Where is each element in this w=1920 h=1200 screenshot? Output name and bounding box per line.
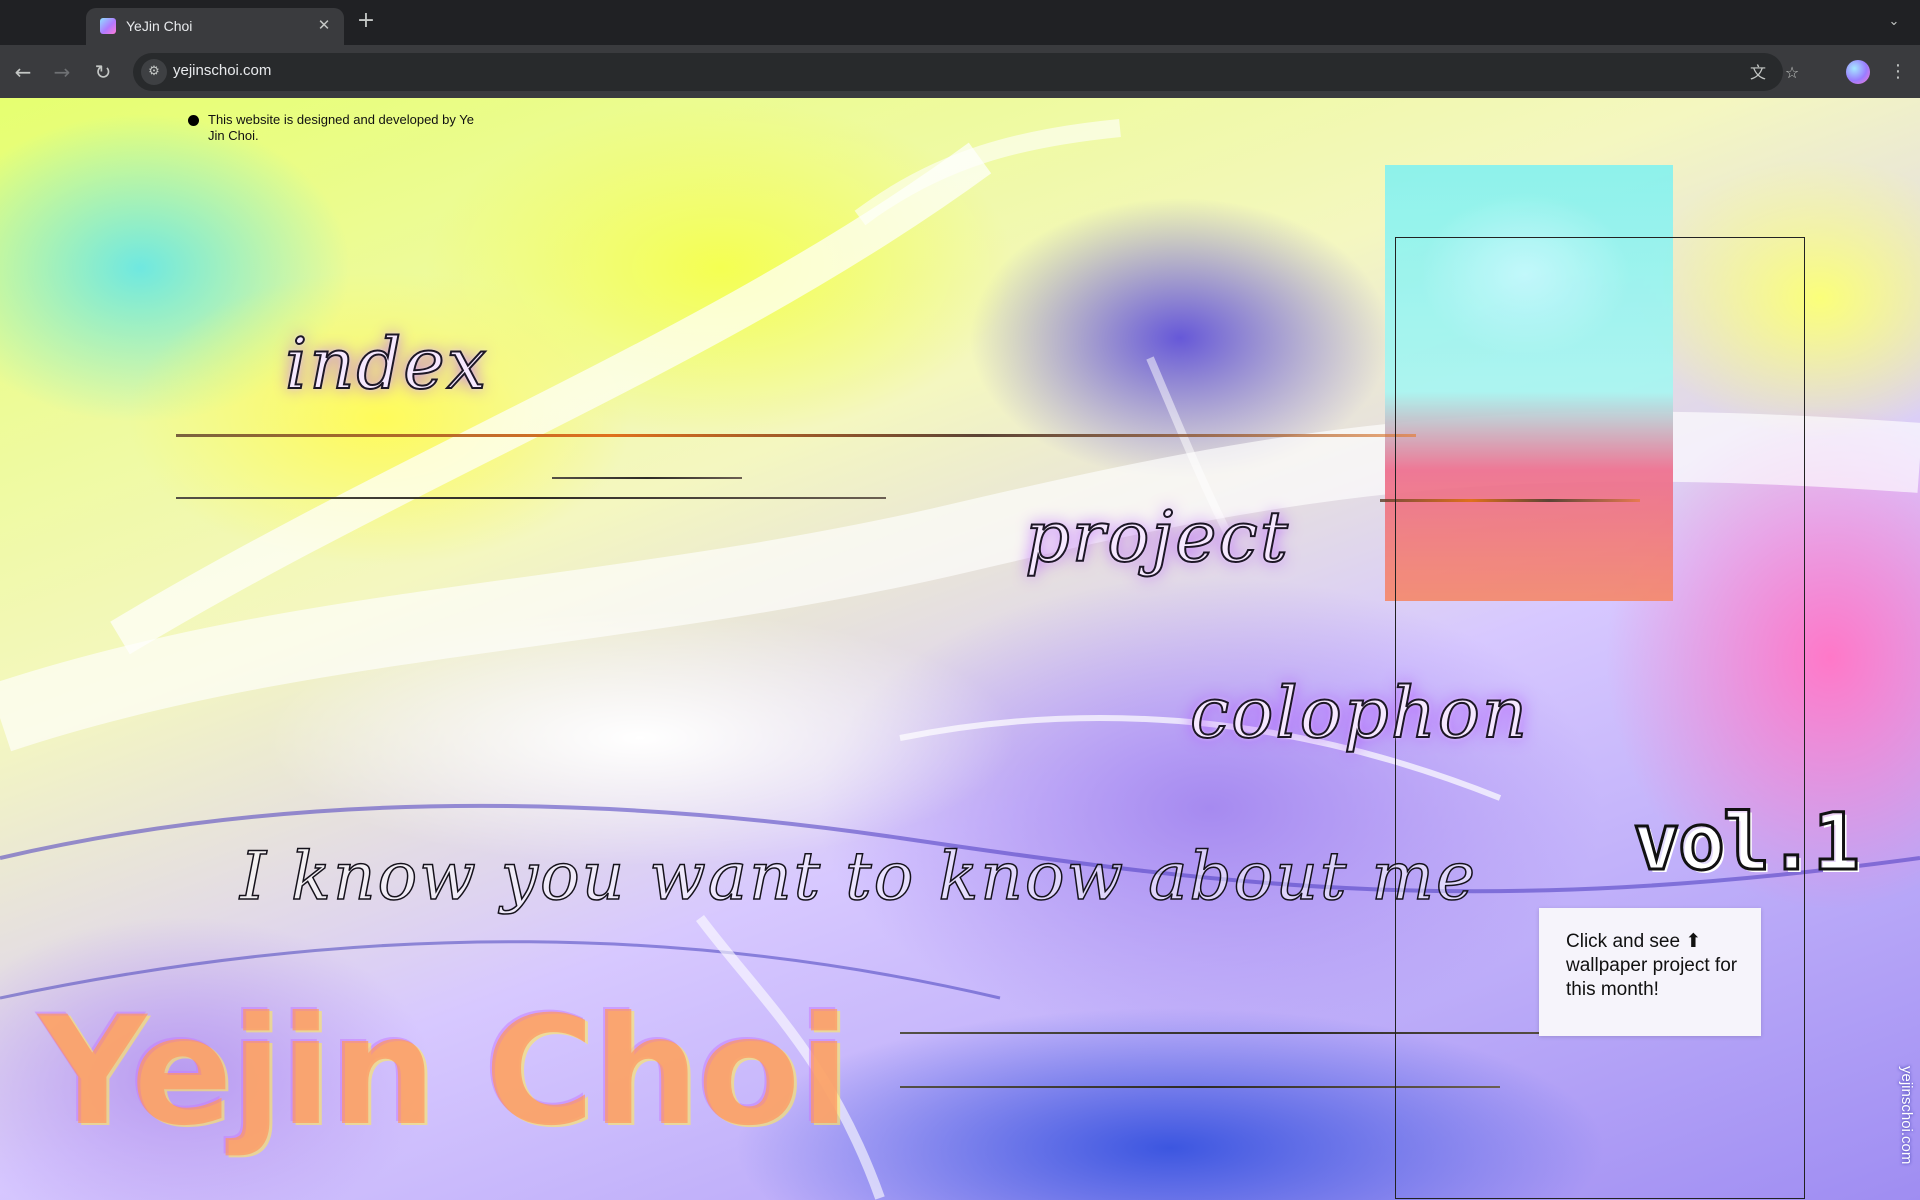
- menu-icon[interactable]: ⋮: [1886, 58, 1910, 86]
- tab-title: YeJin Choi: [126, 18, 193, 34]
- tab-strip: YeJin Choi ✕ + ⌄: [0, 0, 1920, 45]
- credit-text: This website is designed and developed b…: [208, 112, 474, 143]
- nav-link-index[interactable]: index: [284, 322, 488, 406]
- bookmark-star-icon[interactable]: ☆: [1781, 62, 1803, 84]
- back-button[interactable]: ←: [9, 58, 37, 86]
- tab-yejin-choi[interactable]: YeJin Choi ✕: [86, 8, 344, 45]
- chevron-down-icon[interactable]: ⌄: [1882, 10, 1906, 34]
- reload-button[interactable]: ↻: [89, 58, 117, 86]
- wallpaper-promo-card[interactable]: Click and see ⬆ wallpaper project for th…: [1539, 908, 1761, 1036]
- nav-link-project[interactable]: project: [1024, 495, 1290, 579]
- vol-badge[interactable]: vol.1: [1632, 797, 1862, 890]
- site-credit: This website is designed and developed b…: [188, 112, 480, 144]
- new-tab-button[interactable]: +: [354, 10, 378, 34]
- close-icon[interactable]: ✕: [314, 15, 334, 35]
- promo-text: Click and see ⬆ wallpaper project for th…: [1566, 931, 1738, 1000]
- profile-avatar[interactable]: [1846, 60, 1870, 84]
- favicon-icon: [100, 18, 116, 34]
- browser-toolbar: ← → ↻ ⚙ yejinschoi.com 文 ☆ ⋮: [0, 45, 1920, 98]
- glitch-line: [176, 497, 886, 499]
- forward-button[interactable]: →: [48, 58, 76, 86]
- bullet-dot-icon: [188, 115, 199, 126]
- side-url: yejinschoi.com: [1898, 1066, 1915, 1165]
- tagline: I know you want to know about me: [239, 837, 1478, 916]
- glitch-line: [176, 434, 1416, 437]
- glitch-line: [552, 477, 742, 479]
- translate-icon[interactable]: 文: [1747, 62, 1769, 84]
- signature-logo: Yejin Choi: [38, 985, 850, 1159]
- address-bar[interactable]: ⚙ yejinschoi.com 文 ☆: [133, 53, 1799, 91]
- site-info-icon[interactable]: ⚙: [141, 59, 167, 85]
- nav-link-colophon[interactable]: colophon: [1189, 671, 1529, 755]
- url-text[interactable]: yejinschoi.com: [173, 62, 271, 79]
- page-viewport: This website is designed and developed b…: [0, 98, 1920, 1200]
